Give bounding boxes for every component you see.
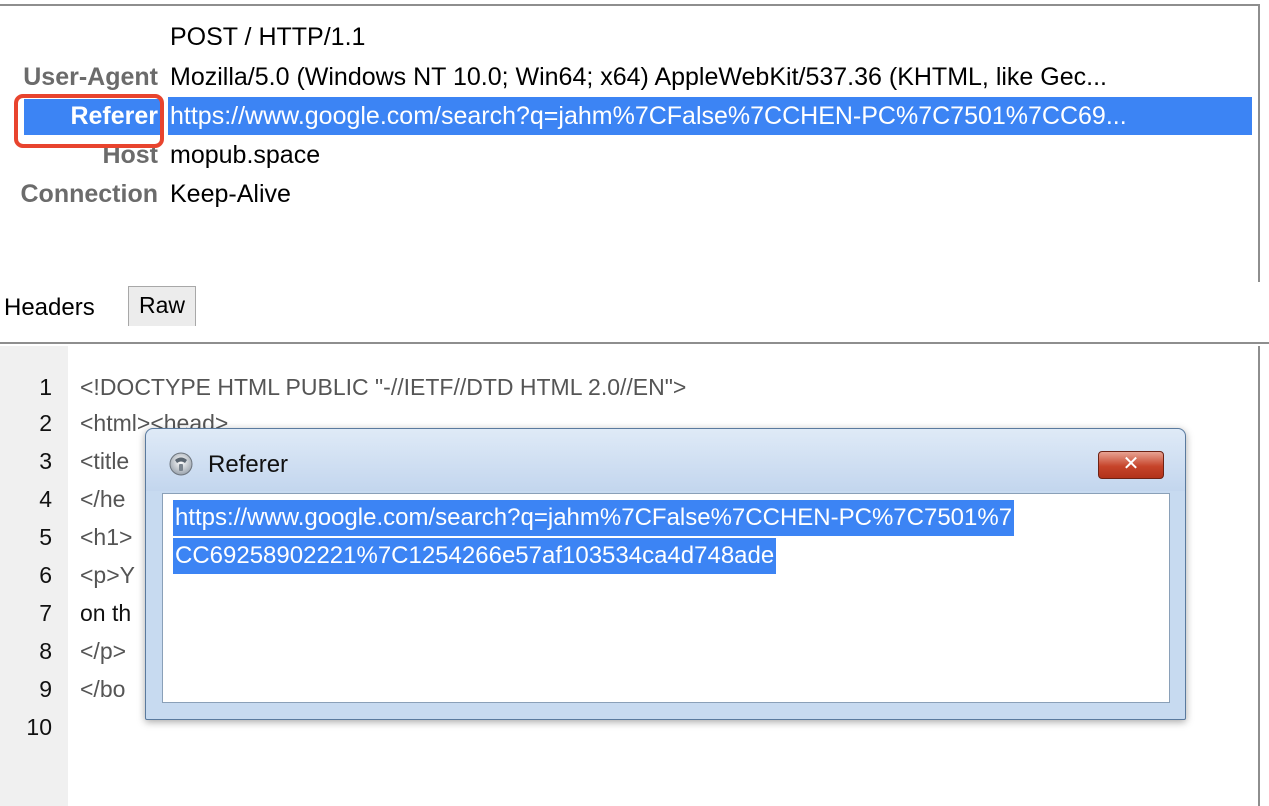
line-number: 1 xyxy=(39,374,52,400)
referer-callout xyxy=(14,94,164,148)
header-row-user-agent[interactable]: User-Agent Mozilla/5.0 (Windows NT 10.0;… xyxy=(0,58,1258,96)
app-icon xyxy=(169,452,193,476)
line-text: on th xyxy=(80,600,132,626)
line-number: 10 xyxy=(26,714,52,740)
close-button[interactable]: ✕ xyxy=(1098,451,1164,479)
header-row-referer[interactable]: Referer https://www.google.com/search?q=… xyxy=(0,97,1258,135)
line-text: <!DOCTYPE HTML PUBLIC "-//IETF//DTD HTML… xyxy=(80,374,687,400)
line-number: 3 xyxy=(39,448,52,474)
close-icon: ✕ xyxy=(1122,453,1140,475)
line-number: 4 xyxy=(39,486,52,512)
tab-headers[interactable]: Headers xyxy=(4,294,95,322)
line-number: 2 xyxy=(39,410,52,436)
dialog-titlebar[interactable]: Referer ✕ xyxy=(146,429,1185,491)
header-row-connection[interactable]: Connection Keep-Alive xyxy=(0,175,1258,213)
line-text: </bo xyxy=(80,676,126,702)
panel-divider[interactable] xyxy=(0,342,1269,344)
header-name: User-Agent xyxy=(23,63,158,91)
selected-text-line: CC69258902221%7C1254266e57af103534ca4d74… xyxy=(173,538,777,574)
line-text: <title xyxy=(80,448,130,474)
header-value: POST / HTTP/1.1 xyxy=(170,23,366,51)
headers-panel: POST / HTTP/1.1 User-Agent Mozilla/5.0 (… xyxy=(0,4,1260,284)
line-text: <p>Y xyxy=(80,562,135,588)
header-value: Keep-Alive xyxy=(170,180,291,208)
header-row-request-line[interactable]: POST / HTTP/1.1 xyxy=(0,18,1258,56)
header-name: Connection xyxy=(20,180,159,208)
line-number: 8 xyxy=(39,638,52,664)
referer-text-area[interactable]: https://www.google.com/search?q=jahm%7CF… xyxy=(162,493,1170,703)
selected-text-line: https://www.google.com/search?q=jahm%7CF… xyxy=(173,500,1015,536)
line-text: <h1> xyxy=(80,524,133,550)
header-row-host[interactable]: Host mopub.space xyxy=(0,136,1258,174)
header-value: Mozilla/5.0 (Windows NT 10.0; Win64; x64… xyxy=(170,63,1107,91)
line-number: 7 xyxy=(39,600,52,626)
dialog-title: Referer xyxy=(208,451,289,478)
line-number: 5 xyxy=(39,524,52,550)
header-value: https://www.google.com/search?q=jahm%7CF… xyxy=(168,97,1252,135)
code-line: 1 <!DOCTYPE HTML PUBLIC "-//IETF//DTD HT… xyxy=(0,368,1258,406)
line-number: 9 xyxy=(39,676,52,702)
line-text: </p> xyxy=(80,638,127,664)
line-number: 6 xyxy=(39,562,52,588)
header-value: mopub.space xyxy=(170,141,321,169)
referer-dialog: Referer ✕ https://www.google.com/search?… xyxy=(145,428,1186,720)
tab-raw[interactable]: Raw xyxy=(128,286,196,326)
line-text: </he xyxy=(80,486,126,512)
